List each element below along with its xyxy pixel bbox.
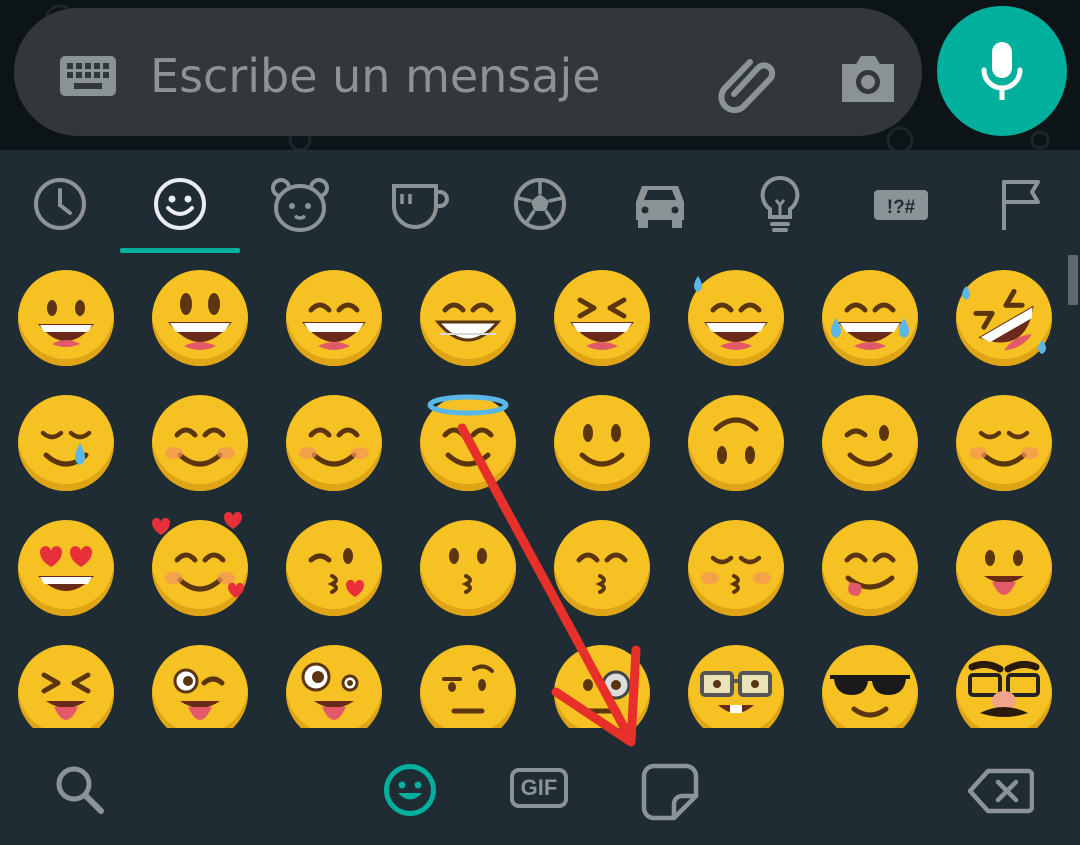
emoji-grinning-big-eyes[interactable] xyxy=(152,270,248,366)
emoji-grinning-sweat[interactable] xyxy=(688,270,784,366)
backspace-icon[interactable] xyxy=(967,768,1035,818)
emoji-smiling-blush[interactable] xyxy=(152,395,248,491)
emoji-heart-eyes[interactable] xyxy=(18,520,114,616)
emoji-relieved[interactable] xyxy=(956,395,1052,491)
emoji-slightly-smiling[interactable] xyxy=(554,395,650,491)
emoji-zany[interactable] xyxy=(286,645,382,728)
keyboard-icon[interactable] xyxy=(60,56,116,100)
emoji-winking[interactable] xyxy=(822,395,918,491)
voice-record-button[interactable] xyxy=(937,6,1067,136)
emoji-yum[interactable] xyxy=(822,520,918,616)
emoji-kissing-smiling-eyes[interactable] xyxy=(554,520,650,616)
sticker-icon[interactable] xyxy=(640,762,700,826)
emoji-smiling-with-tear[interactable] xyxy=(18,395,114,491)
emoji-raised-eyebrow[interactable] xyxy=(420,645,516,728)
emoji-winking-tongue[interactable] xyxy=(152,645,248,728)
emoji-smiling-eyes[interactable] xyxy=(286,395,382,491)
emoji-beaming[interactable] xyxy=(420,270,516,366)
emoji-upside-down[interactable] xyxy=(688,395,784,491)
emoji-grinning-smiling-eyes[interactable] xyxy=(286,270,382,366)
emoji-squinting-tongue[interactable] xyxy=(18,645,114,728)
emoji-disguised[interactable] xyxy=(956,645,1052,728)
search-icon[interactable] xyxy=(52,762,108,822)
emoji-tab-icon[interactable] xyxy=(380,760,440,824)
emoji-halo[interactable] xyxy=(420,394,516,491)
emoji-tongue-out[interactable] xyxy=(956,520,1052,616)
message-input-placeholder[interactable]: Escribe un mensaje xyxy=(150,48,601,104)
mic-icon xyxy=(981,42,1023,100)
emoji-grid xyxy=(0,150,1080,728)
emoji-monocle[interactable] xyxy=(554,645,650,728)
emoji-nerd[interactable] xyxy=(688,645,784,728)
emoji-kissing[interactable] xyxy=(420,520,516,616)
gif-tab[interactable]: GIF xyxy=(510,768,568,808)
emoji-rolling-on-floor-laughing[interactable] xyxy=(956,270,1052,366)
emoji-grinning[interactable] xyxy=(18,270,114,366)
emoji-kissing-heart[interactable] xyxy=(286,520,382,616)
emoji-panel: !?# xyxy=(0,150,1080,728)
camera-icon[interactable] xyxy=(838,52,898,108)
emoji-sunglasses[interactable] xyxy=(822,645,918,728)
message-input-bar[interactable]: Escribe un mensaje xyxy=(14,8,922,136)
emoji-kissing-closed-eyes[interactable] xyxy=(688,520,784,616)
emoji-tears-of-joy[interactable] xyxy=(822,270,918,366)
paperclip-icon[interactable] xyxy=(714,50,778,118)
emoji-smiling-with-hearts[interactable] xyxy=(152,511,248,616)
emoji-grinning-squinting[interactable] xyxy=(554,270,650,366)
